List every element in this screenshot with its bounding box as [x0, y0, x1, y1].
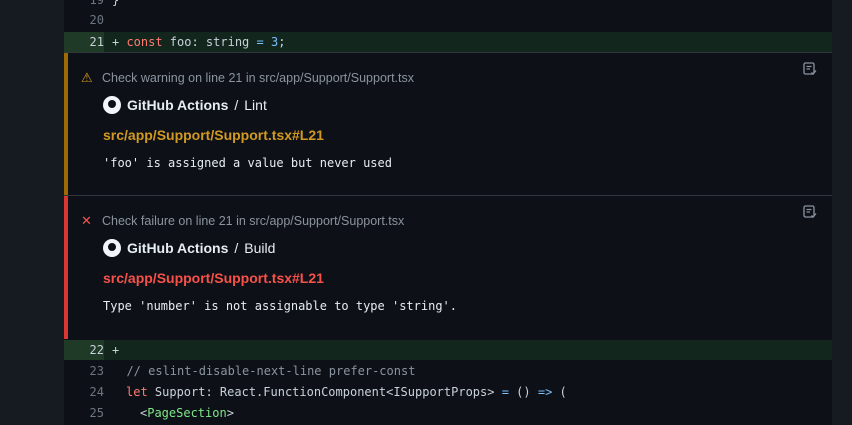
annotation-message: 'foo' is assigned a value but never used — [103, 156, 392, 170]
app-name[interactable]: GitHub Actions — [127, 97, 228, 113]
diff-line-20: 20 — [64, 10, 832, 30]
code-text: } — [112, 0, 120, 7]
diff-line-25: 25 <PageSection> — [64, 403, 832, 423]
diff-line-22: 22 + — [64, 340, 832, 360]
left-gutter — [0, 0, 64, 425]
app-row: GitHub Actions / Build — [103, 239, 275, 257]
warning-triangle-icon: ⚠ — [81, 70, 93, 85]
job-name[interactable]: Lint — [244, 97, 267, 113]
github-logo-icon — [103, 96, 121, 114]
diff-line-21: 21 + const foo: string = 3; — [64, 32, 832, 52]
line-number[interactable]: 19 — [64, 0, 104, 10]
comment-note-icon[interactable] — [802, 204, 818, 220]
warning-stripe — [64, 53, 68, 195]
line-number[interactable]: 21 — [64, 32, 104, 52]
comment-note-icon[interactable] — [802, 61, 818, 77]
diff-panel: 19 } 20 21 + const foo: string = 3; ⚠ Ch… — [64, 0, 832, 425]
check-annotation-warning: ⚠ Check warning on line 21 in src/app/Su… — [64, 52, 832, 195]
annotation-header: Check failure on line 21 in src/app/Supp… — [102, 214, 405, 228]
line-number[interactable]: 25 — [64, 403, 104, 423]
annotation-message: Type 'number' is not assignable to type … — [103, 299, 458, 313]
job-name[interactable]: Build — [244, 240, 275, 256]
line-number[interactable]: 22 — [64, 340, 104, 360]
diff-line-23: 23 // eslint-disable-next-line prefer-co… — [64, 361, 832, 381]
code-text: + const foo: string = 3; — [112, 35, 286, 49]
line-number[interactable]: 23 — [64, 361, 104, 381]
line-number[interactable]: 24 — [64, 382, 104, 402]
app-separator: / — [234, 240, 239, 256]
code-text: <PageSection> — [140, 406, 234, 420]
diff-line-19: 19 } — [64, 0, 832, 10]
check-annotation-failure: ✕ Check failure on line 21 in src/app/Su… — [64, 195, 832, 339]
annotation-path-link[interactable]: src/app/Support/Support.tsx#L21 — [103, 127, 324, 143]
code-comment: // eslint-disable-next-line prefer-const — [112, 364, 416, 378]
app-name[interactable]: GitHub Actions — [127, 240, 228, 256]
app-separator: / — [234, 97, 239, 113]
diff-line-24: 24 let Support: React.FunctionComponent<… — [64, 382, 832, 402]
x-icon: ✕ — [81, 213, 92, 228]
github-logo-icon — [103, 239, 121, 257]
app-row: GitHub Actions / Lint — [103, 96, 267, 114]
line-number[interactable]: 20 — [64, 10, 104, 30]
right-edge — [832, 0, 852, 425]
annotation-path-link[interactable]: src/app/Support/Support.tsx#L21 — [103, 270, 324, 286]
code-text: + — [112, 343, 120, 357]
failure-stripe — [64, 196, 68, 339]
code-text: let Support: React.FunctionComponent<ISu… — [126, 385, 567, 399]
annotation-header: Check warning on line 21 in src/app/Supp… — [102, 71, 414, 85]
